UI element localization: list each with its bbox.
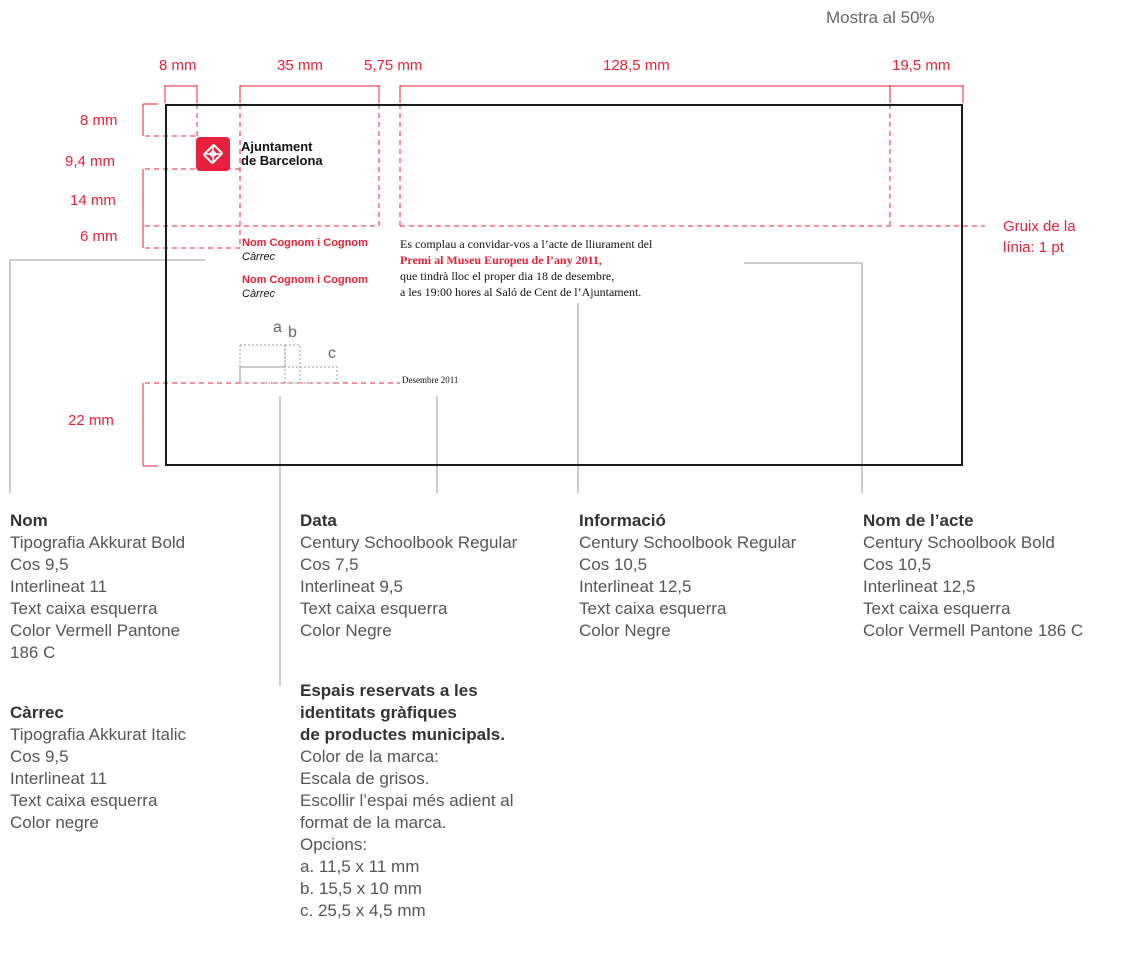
line-note-2: línia: 1 pt (1003, 239, 1064, 256)
annotation-line: b. 15,5 x 10 mm (300, 879, 422, 898)
invitation-body: Es complau a convidar-vos a l’acte de ll… (400, 236, 652, 300)
annotation-line: Tipografia Akkurat Italic (10, 725, 187, 744)
annotation-carrec: Càrrec Tipografia Akkurat Italic Cos 9,5… (10, 702, 186, 834)
annotation-line: Century Schoolbook Bold (863, 533, 1055, 552)
annotation-line: Interlineat 12,5 (863, 577, 976, 596)
brand-line-1: Ajuntament (241, 139, 313, 154)
person-name: Nom Cognom i Cognom (242, 237, 368, 249)
annotation-line: Cos 9,5 (10, 555, 69, 574)
dim-top-1: 8 mm (159, 57, 197, 74)
annotation-line: Cos 10,5 (579, 555, 648, 574)
annotation-line: Cos 9,5 (10, 747, 69, 766)
dim-top-5: 19,5 mm (892, 57, 951, 74)
annotation-line: Interlineat 9,5 (300, 577, 404, 596)
annotation-line: Interlineat 11 (10, 769, 108, 788)
annotation-line: Text caixa esquerra (579, 599, 727, 618)
annotation-line: Color Negre (300, 621, 392, 640)
annotation-line: Tipografia Akkurat Bold (10, 533, 186, 552)
annotation-reserved-spaces: Espais reservats a les identitats gràfiq… (300, 680, 514, 922)
annotation-title: Informació (579, 511, 666, 530)
annotation-line: Color Vermell Pantone (10, 621, 181, 640)
annotation-line: Escollir l’espai més adient al (300, 791, 514, 810)
person-block-1: Nom Cognom i Cognom Càrrec (242, 236, 368, 264)
annotation-line: Text caixa esquerra (300, 599, 448, 618)
dim-top-2: 35 mm (277, 57, 323, 74)
annotation-title-line: Espais reservats a les (300, 681, 478, 700)
annotation-line: Text caixa esquerra (863, 599, 1011, 618)
annotation-line: c. 25,5 x 4,5 mm (300, 901, 426, 920)
person-block-2: Nom Cognom i Cognom Càrrec (242, 273, 368, 301)
person-name: Nom Cognom i Cognom (242, 274, 368, 286)
annotation-line: Text caixa esquerra (10, 791, 158, 810)
annotation-title-line: de productes municipals. (300, 725, 505, 744)
annotation-line: Color Negre (579, 621, 671, 640)
annotation-title-line: identitats gràfiques (300, 703, 457, 722)
dim-top-3: 5,75 mm (364, 57, 423, 74)
line-note-1: Gruix de la (1003, 218, 1076, 235)
annotation-line: Color de la marca: (300, 747, 439, 766)
annotation-line: format de la marca. (300, 813, 447, 832)
brand-name: Ajuntament de Barcelona (241, 140, 323, 168)
annotation-line: Opcions: (300, 835, 368, 854)
body-line-4: a les 19:00 hores al Saló de Cent de l’A… (400, 285, 642, 299)
annotation-informacio: Informació Century Schoolbook Regular Co… (579, 510, 796, 642)
card-date: Desembre 2011 (402, 375, 459, 385)
annotation-line: Century Schoolbook Regular (579, 533, 797, 552)
annotation-line: Century Schoolbook Regular (300, 533, 518, 552)
body-line-3: que tindrà lloc el proper dia 18 de dese… (400, 269, 615, 283)
dim-left-2: 9,4 mm (65, 153, 116, 170)
annotation-title: Nom (10, 511, 48, 530)
annotation-data: Data Century Schoolbook Regular Cos 7,5 … (300, 510, 517, 642)
slot-label-a: a (273, 319, 282, 336)
dim-left-3: 14 mm (70, 192, 116, 209)
slot-label-c: c (328, 345, 336, 362)
annotation-nom-acte: Nom de l’acte Century Schoolbook Bold Co… (863, 510, 1083, 642)
annotation-line: Color negre (10, 813, 99, 832)
annotation-line: Cos 10,5 (863, 555, 932, 574)
body-line-1: Es complau a convidar-vos a l’acte de ll… (400, 237, 653, 251)
dim-top-4: 128,5 mm (603, 57, 670, 74)
annotation-line: Color Vermell Pantone 186 C (863, 621, 1084, 640)
annotation-line: Escala de grisos. (300, 769, 430, 788)
person-role: Càrrec (242, 251, 276, 263)
dim-left-5: 22 mm (68, 412, 114, 429)
slot-label-b: b (288, 324, 297, 341)
annotation-line: Interlineat 12,5 (579, 577, 692, 596)
dim-left-4: 6 mm (80, 228, 118, 245)
person-role: Càrrec (242, 288, 276, 300)
annotation-title: Càrrec (10, 703, 64, 722)
barcelona-logo-icon (196, 137, 230, 171)
annotation-title: Data (300, 511, 337, 530)
line-note: Gruix de la línia: 1 pt (1003, 216, 1076, 258)
brand-line-2: de Barcelona (241, 153, 323, 168)
event-name: Premi al Museu Europeu de l’any 2011, (400, 253, 602, 267)
dim-left-1: 8 mm (80, 112, 118, 129)
annotation-line: Interlineat 11 (10, 577, 108, 596)
annotation-line: Text caixa esquerra (10, 599, 158, 618)
annotation-line: 186 C (10, 643, 56, 662)
annotation-nom: Nom Tipografia Akkurat Bold Cos 9,5 Inte… (10, 510, 185, 664)
annotation-line: a. 11,5 x 11 mm (300, 857, 420, 876)
annotation-line: Cos 7,5 (300, 555, 359, 574)
annotation-title: Nom de l’acte (863, 511, 974, 530)
